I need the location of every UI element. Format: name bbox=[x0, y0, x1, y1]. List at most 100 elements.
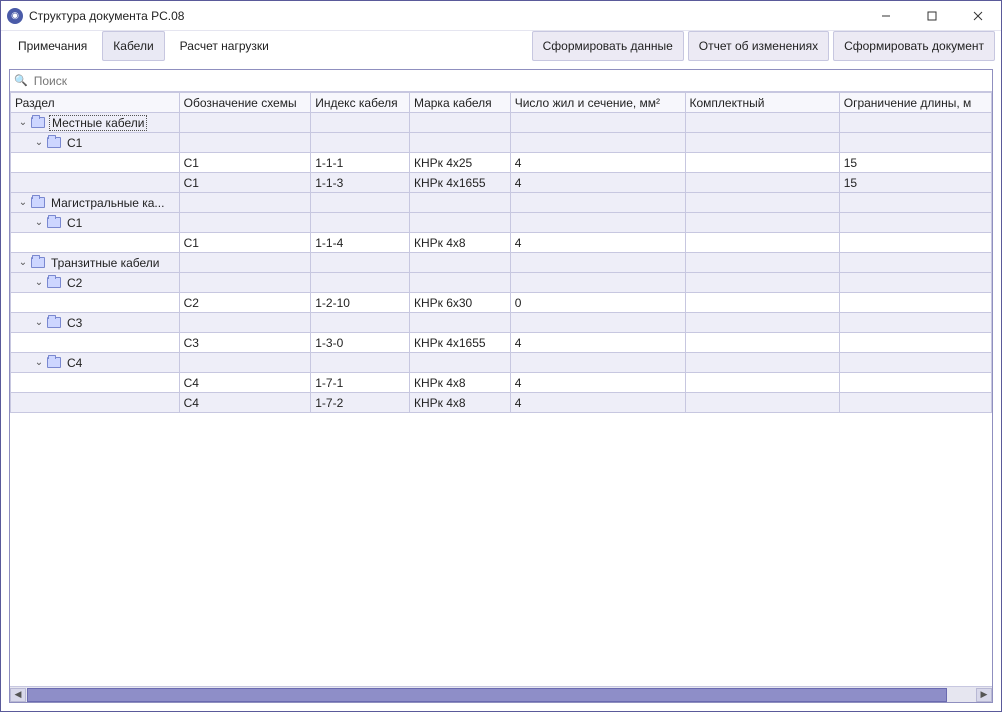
cell[interactable] bbox=[839, 113, 991, 133]
cell[interactable] bbox=[409, 193, 510, 213]
cell[interactable] bbox=[685, 313, 839, 333]
changes-report-button[interactable]: Отчет об изменениях bbox=[688, 31, 829, 61]
cell[interactable] bbox=[685, 393, 839, 413]
cell[interactable] bbox=[179, 113, 311, 133]
cell[interactable]: С1 bbox=[179, 173, 311, 193]
tree-group-row[interactable]: ⌄С1 bbox=[11, 213, 992, 233]
cell[interactable] bbox=[685, 213, 839, 233]
tree-cell[interactable]: ⌄Местные кабели bbox=[11, 113, 180, 133]
tree-group-row[interactable]: ⌄С2 bbox=[11, 273, 992, 293]
maximize-button[interactable] bbox=[909, 1, 955, 31]
col-cores[interactable]: Число жил и сечение, мм² bbox=[510, 93, 685, 113]
tree-cell[interactable]: ⌄Транзитные кабели bbox=[11, 253, 180, 273]
cell[interactable] bbox=[839, 133, 991, 153]
cell[interactable] bbox=[311, 113, 410, 133]
cell[interactable] bbox=[179, 353, 311, 373]
cell[interactable] bbox=[510, 133, 685, 153]
cell[interactable]: КНРк 4х25 bbox=[409, 153, 510, 173]
cell[interactable] bbox=[311, 253, 410, 273]
cell[interactable] bbox=[11, 333, 180, 353]
tree-cell[interactable]: ⌄Магистральные ка... bbox=[11, 193, 180, 213]
cell[interactable] bbox=[311, 353, 410, 373]
tree-cell[interactable]: ⌄С4 bbox=[11, 353, 180, 373]
cell[interactable] bbox=[510, 193, 685, 213]
cell[interactable] bbox=[11, 233, 180, 253]
horizontal-scrollbar[interactable]: ◀ ▶ bbox=[10, 686, 992, 702]
cell[interactable]: КНРк 4х8 bbox=[409, 233, 510, 253]
cell[interactable] bbox=[409, 253, 510, 273]
cell[interactable]: 15 bbox=[839, 173, 991, 193]
search-input[interactable] bbox=[32, 73, 988, 89]
cell[interactable]: 4 bbox=[510, 393, 685, 413]
cell[interactable]: 1-7-1 bbox=[311, 373, 410, 393]
tree-cell[interactable]: ⌄С1 bbox=[11, 213, 180, 233]
scroll-track[interactable] bbox=[27, 688, 975, 702]
tree-cell[interactable]: ⌄С3 bbox=[11, 313, 180, 333]
chevron-down-icon[interactable]: ⌄ bbox=[33, 317, 45, 328]
cell[interactable]: 1-2-10 bbox=[311, 293, 410, 313]
cell[interactable] bbox=[409, 133, 510, 153]
chevron-down-icon[interactable]: ⌄ bbox=[33, 357, 45, 368]
tree-group-row[interactable]: ⌄С4 bbox=[11, 353, 992, 373]
cell[interactable]: 1-7-2 bbox=[311, 393, 410, 413]
cell[interactable]: 4 bbox=[510, 333, 685, 353]
cell[interactable] bbox=[11, 293, 180, 313]
cell[interactable] bbox=[685, 293, 839, 313]
col-brand[interactable]: Марка кабеля bbox=[409, 93, 510, 113]
cell[interactable] bbox=[839, 373, 991, 393]
cell[interactable] bbox=[685, 153, 839, 173]
tree-group-row[interactable]: ⌄С3 bbox=[11, 313, 992, 333]
cell[interactable]: 1-1-3 bbox=[311, 173, 410, 193]
cell[interactable]: С4 bbox=[179, 393, 311, 413]
table-row[interactable]: С31-3-0КНРк 4х16554 bbox=[11, 333, 992, 353]
cell[interactable] bbox=[311, 213, 410, 233]
col-scheme[interactable]: Обозначение схемы bbox=[179, 93, 311, 113]
cell[interactable] bbox=[685, 253, 839, 273]
cell[interactable] bbox=[685, 193, 839, 213]
cell[interactable]: КНРк 4х1655 bbox=[409, 333, 510, 353]
generate-document-button[interactable]: Сформировать документ bbox=[833, 31, 995, 61]
minimize-button[interactable] bbox=[863, 1, 909, 31]
cell[interactable] bbox=[839, 293, 991, 313]
scroll-thumb[interactable] bbox=[27, 688, 947, 702]
tab-load-calc[interactable]: Расчет нагрузки bbox=[169, 31, 280, 61]
cell[interactable] bbox=[685, 333, 839, 353]
cell[interactable] bbox=[179, 193, 311, 213]
cell[interactable]: КНРк 6х30 bbox=[409, 293, 510, 313]
cell[interactable] bbox=[839, 393, 991, 413]
chevron-down-icon[interactable]: ⌄ bbox=[17, 117, 29, 128]
cell[interactable] bbox=[11, 393, 180, 413]
cell[interactable] bbox=[685, 133, 839, 153]
cell[interactable]: КНРк 4х8 bbox=[409, 393, 510, 413]
table-row[interactable]: С41-7-2КНРк 4х84 bbox=[11, 393, 992, 413]
cell[interactable] bbox=[685, 113, 839, 133]
tree-cell[interactable]: ⌄С1 bbox=[11, 133, 180, 153]
col-index[interactable]: Индекс кабеля bbox=[311, 93, 410, 113]
tree-cell[interactable]: ⌄С2 bbox=[11, 273, 180, 293]
cell[interactable] bbox=[685, 353, 839, 373]
cell[interactable]: КНРк 4х1655 bbox=[409, 173, 510, 193]
scroll-right-button[interactable]: ▶ bbox=[976, 688, 992, 702]
cell[interactable] bbox=[409, 213, 510, 233]
cell[interactable] bbox=[839, 313, 991, 333]
chevron-down-icon[interactable]: ⌄ bbox=[33, 217, 45, 228]
chevron-down-icon[interactable]: ⌄ bbox=[17, 197, 29, 208]
cell[interactable] bbox=[685, 373, 839, 393]
cell[interactable] bbox=[409, 273, 510, 293]
cell[interactable] bbox=[11, 373, 180, 393]
cell[interactable]: С1 bbox=[179, 153, 311, 173]
cell[interactable] bbox=[179, 273, 311, 293]
cell[interactable] bbox=[839, 273, 991, 293]
cell[interactable] bbox=[311, 133, 410, 153]
cell[interactable] bbox=[839, 213, 991, 233]
cell[interactable] bbox=[510, 273, 685, 293]
cell[interactable]: 4 bbox=[510, 233, 685, 253]
cell[interactable] bbox=[179, 253, 311, 273]
cell[interactable]: С4 bbox=[179, 373, 311, 393]
cell[interactable] bbox=[839, 333, 991, 353]
tab-cables[interactable]: Кабели bbox=[102, 31, 164, 61]
cell[interactable] bbox=[839, 253, 991, 273]
cell[interactable]: С2 bbox=[179, 293, 311, 313]
cell[interactable] bbox=[685, 173, 839, 193]
col-length[interactable]: Ограничение длины, м bbox=[839, 93, 991, 113]
